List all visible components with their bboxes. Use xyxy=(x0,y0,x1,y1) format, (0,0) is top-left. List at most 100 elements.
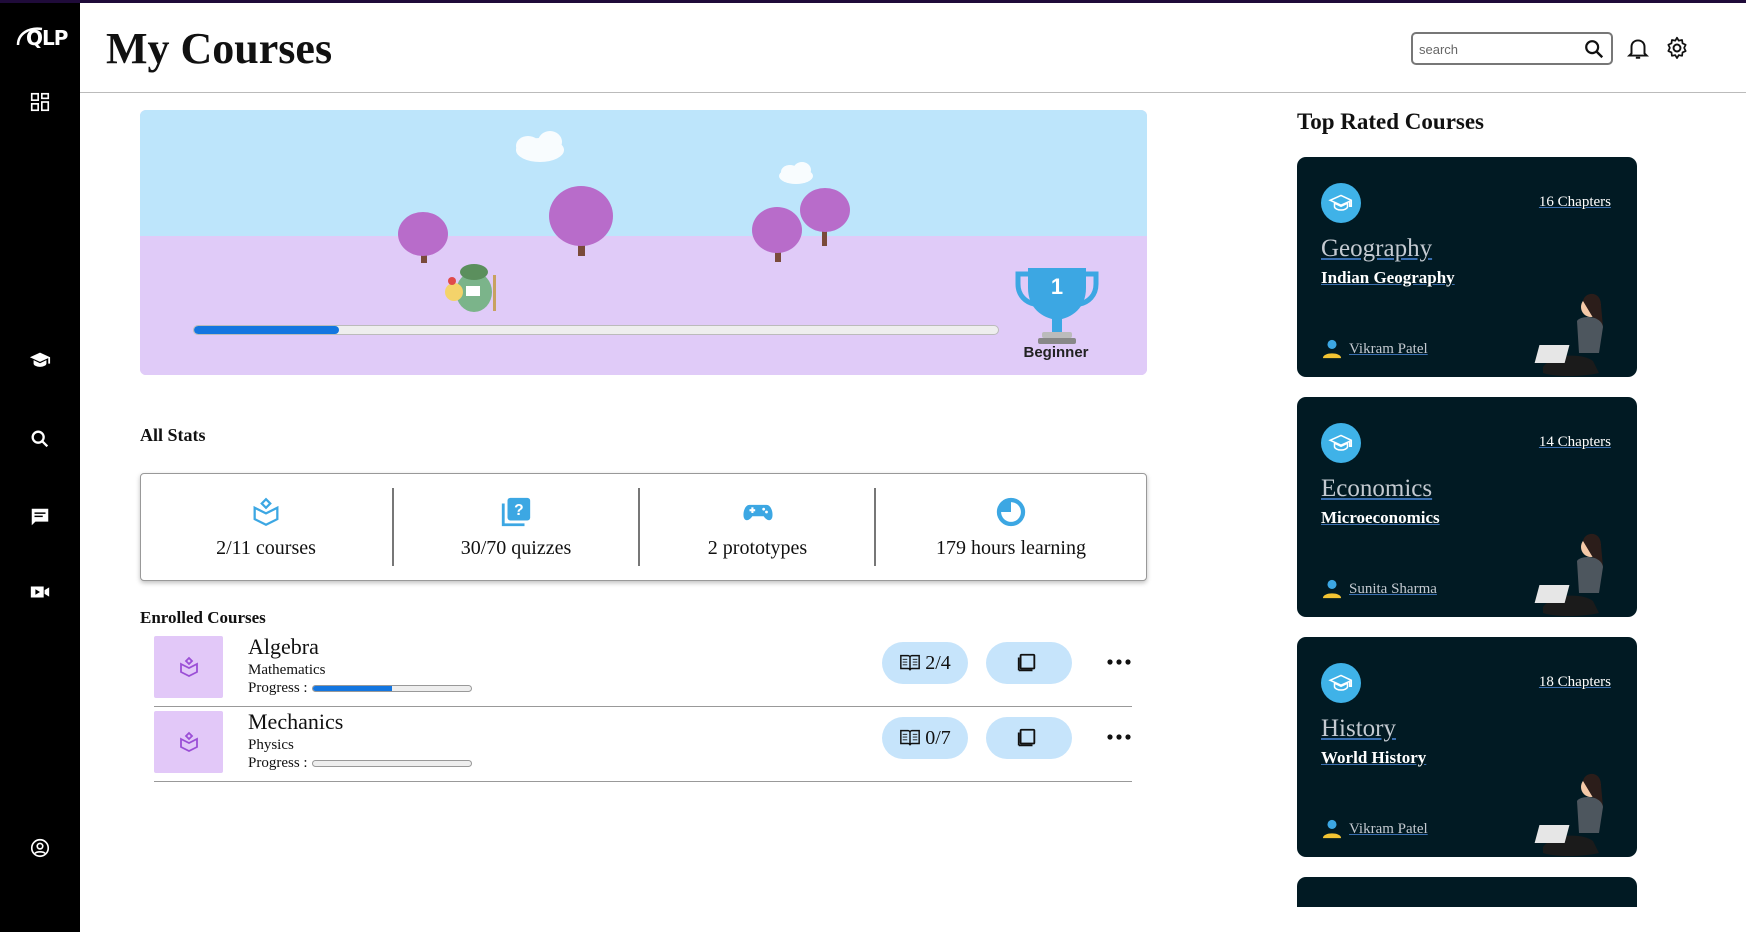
person-icon xyxy=(1322,819,1342,839)
level-progress-fill xyxy=(194,326,339,334)
card-author-name: Sunita Sharma xyxy=(1349,580,1437,597)
notes-pill[interactable] xyxy=(986,717,1072,759)
course-progress-bar xyxy=(312,685,472,692)
stats-title: All Stats xyxy=(140,425,206,445)
enrolled-title: Enrolled Courses xyxy=(140,608,266,627)
sidebar-item-profile[interactable] xyxy=(26,834,54,862)
more-options-icon[interactable] xyxy=(1106,654,1132,670)
book-open-icon xyxy=(253,497,279,526)
trophy-icon: 1 xyxy=(1015,268,1099,344)
card-author: Vikram Patel xyxy=(1321,819,1428,839)
course-subject: Mathematics xyxy=(248,662,326,678)
svg-text:?: ? xyxy=(514,501,524,518)
card-title: Geography xyxy=(1321,235,1433,262)
chapters-count: 2/4 xyxy=(925,651,951,674)
sidebar-item-dashboard[interactable] xyxy=(26,88,54,116)
course-thumbnail xyxy=(154,711,223,773)
person-icon xyxy=(1322,339,1342,359)
card-subtitle: Indian Geography xyxy=(1321,268,1455,287)
student-illustration xyxy=(1534,293,1603,376)
top-rated-card-economics[interactable]: 14 Chapters Economics Microeconomics Sun… xyxy=(1297,397,1637,617)
logo-text: QLP xyxy=(26,26,68,50)
card-chapters: 14 Chapters xyxy=(1538,434,1611,450)
card-chapters: 16 Chapters xyxy=(1538,194,1611,210)
header: My Courses xyxy=(80,3,1746,93)
graduation-cap-icon xyxy=(29,352,51,367)
card-subtitle: World History xyxy=(1321,748,1427,767)
graduation-cap-icon xyxy=(1321,423,1361,463)
top-rated-card-partial[interactable] xyxy=(1297,877,1637,907)
book-open-icon xyxy=(179,731,198,753)
stat-courses: 2/11 courses xyxy=(141,474,391,580)
stat-prototypes: 2 prototypes xyxy=(640,474,875,580)
notes-pill[interactable] xyxy=(986,642,1072,684)
student-illustration xyxy=(1534,773,1603,856)
cloud-icon xyxy=(516,131,813,184)
course-row-algebra[interactable]: Algebra Mathematics Progress : 2/4 xyxy=(154,634,1132,707)
sidebar-item-video[interactable] xyxy=(26,578,54,606)
level-progress-bar xyxy=(193,325,999,335)
stat-quizzes-text: 30/70 quizzes xyxy=(460,536,572,559)
sidebar-item-chat[interactable] xyxy=(26,503,54,531)
chapters-count: 0/7 xyxy=(925,726,951,749)
card-title: Economics xyxy=(1321,475,1433,502)
search-icon[interactable] xyxy=(1583,38,1605,60)
more-options-icon[interactable] xyxy=(1106,729,1132,745)
bell-icon[interactable] xyxy=(1625,35,1651,61)
search-icon xyxy=(31,430,49,448)
book-open-icon xyxy=(179,656,198,678)
stat-courses-text: 2/11 courses xyxy=(216,536,316,559)
chapters-pill[interactable]: 2/4 xyxy=(882,642,968,684)
card-author: Sunita Sharma xyxy=(1321,579,1437,599)
card-title: History xyxy=(1321,715,1396,742)
stat-hours-text: 179 hours learning xyxy=(936,536,1086,559)
quiz-icon: ? xyxy=(501,497,531,526)
sidebar-item-courses[interactable] xyxy=(26,346,54,374)
top-rated-title: Top Rated Courses xyxy=(1297,109,1485,134)
notebook-icon xyxy=(1017,728,1036,747)
course-thumbnail xyxy=(154,636,223,698)
account-icon xyxy=(30,838,50,858)
banner-scenery xyxy=(398,131,850,312)
top-rated-card-geography[interactable]: 16 Chapters Geography Indian Geography V… xyxy=(1297,157,1637,377)
card-author-name: Vikram Patel xyxy=(1349,340,1428,357)
graduation-cap-icon xyxy=(1321,183,1361,223)
card-subtitle: Microeconomics xyxy=(1321,508,1440,527)
sidebar-item-search[interactable] xyxy=(26,425,54,453)
dashboard-icon xyxy=(30,92,50,112)
search-input[interactable] xyxy=(1419,38,1579,60)
level-label: Beginner xyxy=(1023,344,1089,361)
course-progress-label: Progress : xyxy=(248,680,308,696)
course-progress-fill xyxy=(313,686,392,691)
course-name: Algebra xyxy=(248,634,319,659)
course-subject: Physics xyxy=(248,737,294,753)
book-icon xyxy=(900,729,921,746)
card-author: Vikram Patel xyxy=(1321,339,1428,359)
app-logo[interactable]: QLP xyxy=(12,21,70,61)
progress-banner: 1 Beginner xyxy=(140,110,1147,375)
course-progress-bar xyxy=(312,760,472,767)
top-rated-card-history[interactable]: 18 Chapters History World History Vikram… xyxy=(1297,637,1637,857)
student-illustration xyxy=(1534,533,1603,616)
notebook-icon xyxy=(1017,653,1036,672)
person-icon xyxy=(1322,579,1342,599)
card-author-name: Vikram Patel xyxy=(1349,820,1428,837)
clock-icon xyxy=(996,497,1026,526)
graduation-cap-icon xyxy=(1321,663,1361,703)
stat-prototypes-text: 2 prototypes xyxy=(707,536,808,559)
sidebar: QLP xyxy=(0,3,80,932)
book-icon xyxy=(900,654,921,671)
course-row-mechanics[interactable]: Mechanics Physics Progress : 0/7 xyxy=(154,709,1132,782)
level-number: 1 xyxy=(1051,274,1063,299)
page-title: My Courses xyxy=(106,24,333,73)
stat-quizzes: ? 30/70 quizzes xyxy=(394,474,638,580)
search-box[interactable] xyxy=(1411,32,1613,65)
course-name: Mechanics xyxy=(248,709,344,734)
chat-icon xyxy=(31,508,49,526)
character-icon xyxy=(445,264,496,312)
stat-hours: 179 hours learning xyxy=(876,474,1146,580)
stats-panel: 2/11 courses ? 30/70 quizzes 2 prototype… xyxy=(140,473,1147,581)
card-chapters: 18 Chapters xyxy=(1538,674,1611,690)
gear-icon[interactable] xyxy=(1664,35,1690,61)
chapters-pill[interactable]: 0/7 xyxy=(882,717,968,759)
